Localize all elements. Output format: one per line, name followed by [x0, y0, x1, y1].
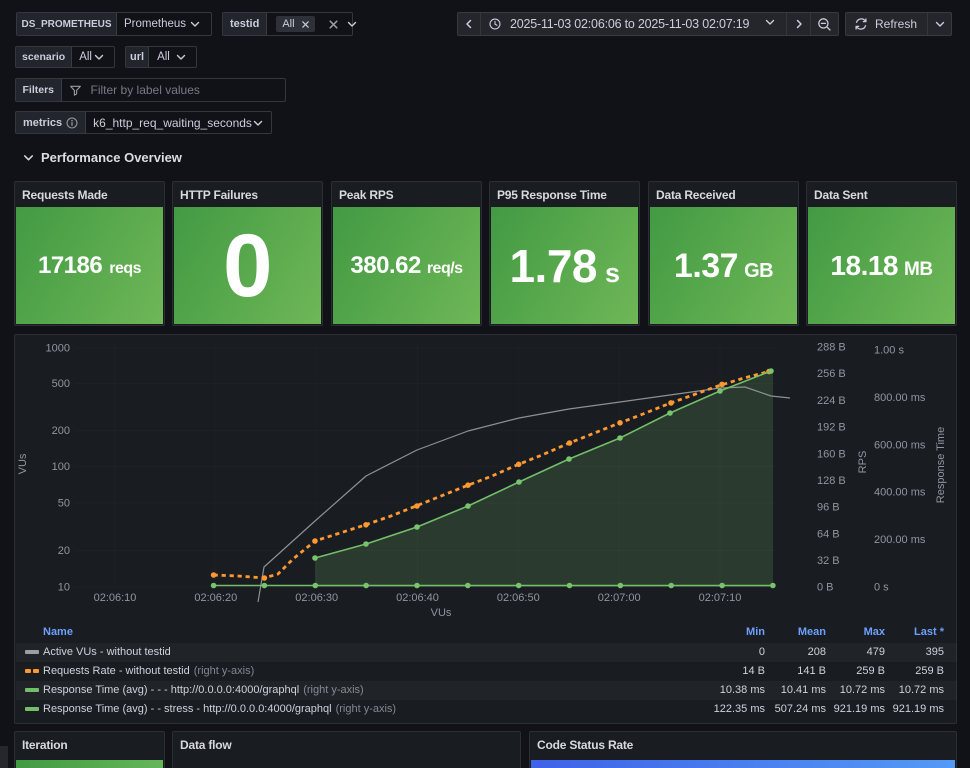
svg-text:224 B: 224 B	[817, 395, 846, 407]
svg-text:160 B: 160 B	[817, 448, 846, 460]
svg-text:10: 10	[58, 582, 70, 594]
svg-text:100: 100	[52, 461, 70, 473]
svg-text:Response Time: Response Time	[935, 427, 947, 503]
svg-text:VUs: VUs	[17, 453, 29, 474]
svg-text:96 B: 96 B	[817, 502, 840, 514]
svg-text:256 B: 256 B	[817, 368, 846, 380]
svg-text:192 B: 192 B	[817, 422, 846, 434]
svg-text:02:07:00: 02:07:00	[598, 592, 641, 604]
svg-text:200: 200	[52, 425, 70, 437]
svg-text:800.00 ms: 800.00 ms	[874, 392, 926, 404]
svg-text:0 s: 0 s	[874, 582, 889, 594]
svg-text:288 B: 288 B	[817, 342, 846, 354]
svg-text:02:06:30: 02:06:30	[295, 592, 338, 604]
svg-text:02:07:10: 02:07:10	[699, 592, 742, 604]
svg-text:128 B: 128 B	[817, 475, 846, 487]
svg-text:64 B: 64 B	[817, 528, 840, 540]
svg-text:600.00 ms: 600.00 ms	[874, 440, 926, 452]
svg-text:200.00 ms: 200.00 ms	[874, 534, 926, 546]
svg-text:500: 500	[52, 378, 70, 390]
svg-text:02:06:10: 02:06:10	[94, 592, 137, 604]
svg-text:RPS: RPS	[857, 451, 869, 474]
svg-text:20: 20	[58, 545, 70, 557]
svg-text:1000: 1000	[46, 343, 70, 355]
svg-text:02:06:20: 02:06:20	[194, 592, 237, 604]
svg-text:50: 50	[58, 498, 70, 510]
svg-text:02:06:40: 02:06:40	[396, 592, 439, 604]
svg-text:32 B: 32 B	[817, 555, 840, 567]
svg-text:400.00 ms: 400.00 ms	[874, 487, 926, 499]
svg-text:02:06:50: 02:06:50	[497, 592, 540, 604]
svg-text:1.00 s: 1.00 s	[874, 345, 904, 357]
svg-text:0 B: 0 B	[817, 582, 834, 594]
svg-text:VUs: VUs	[431, 607, 452, 619]
